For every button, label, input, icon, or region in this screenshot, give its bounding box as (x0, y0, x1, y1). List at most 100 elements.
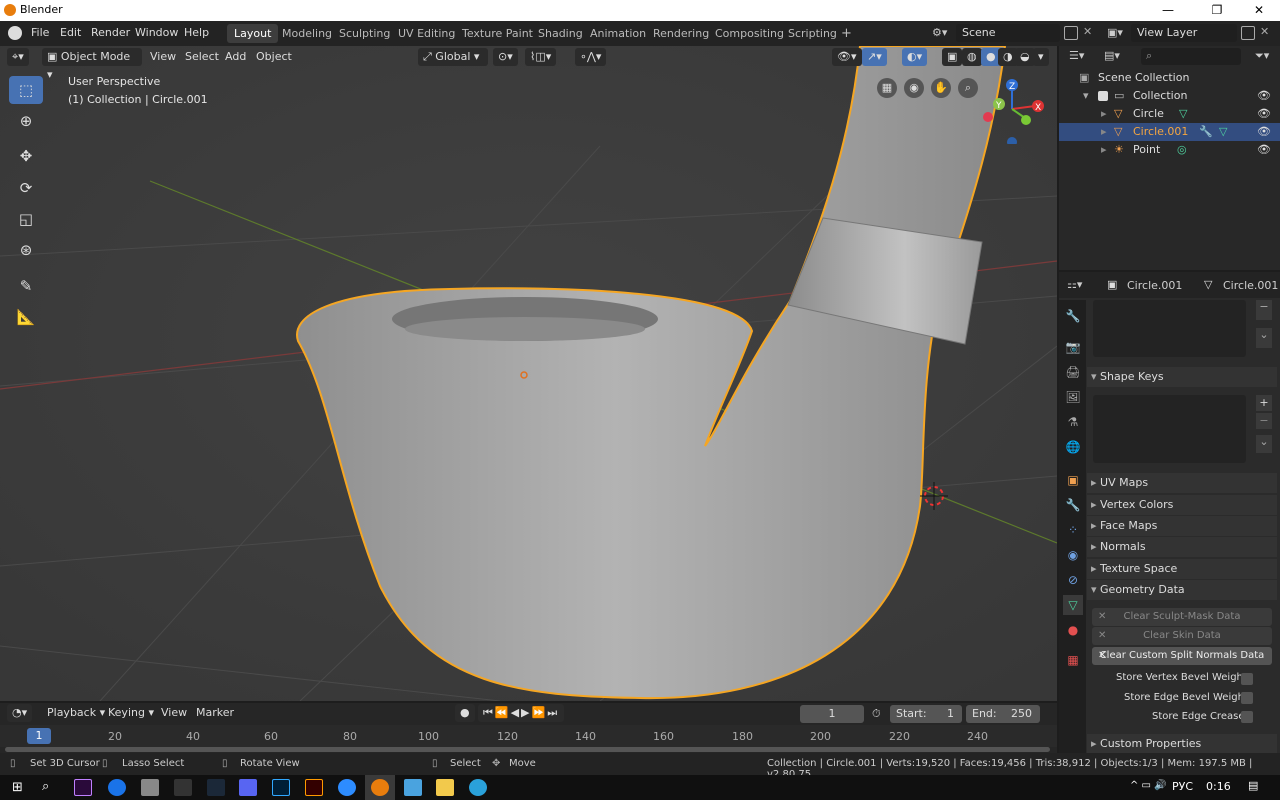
view-menu[interactable]: View (145, 48, 181, 66)
keying-menu[interactable]: Keying ▾ (103, 704, 159, 722)
notifications-icon[interactable]: ▤ (1248, 779, 1258, 792)
panel-normals[interactable]: ▸ Normals (1087, 537, 1277, 557)
store-vertex-bevel-checkbox[interactable] (1241, 673, 1253, 685)
blender-menu-icon[interactable] (8, 26, 22, 40)
tab-texture-paint[interactable]: Texture Paint (455, 24, 540, 43)
filter-icon[interactable]: ⏷▾ (1255, 49, 1269, 63)
shape-keys-list[interactable] (1093, 395, 1246, 463)
perspective-toggle-icon[interactable]: ▦ (877, 78, 897, 98)
new-view-layer-icon[interactable] (1241, 26, 1255, 40)
display-mode-icon[interactable]: ▤▾ (1104, 49, 1120, 62)
mode-select[interactable]: ▣ Object Mode ▾ (42, 48, 142, 81)
view-layer-tab-icon[interactable]: 🖼 (1063, 387, 1083, 407)
overlay-toggle-icon[interactable]: ◐▾ (902, 48, 928, 66)
navigation-gizmo[interactable]: Z X Y (980, 74, 1050, 144)
add-menu[interactable]: Add (220, 48, 251, 66)
clear-custom-split-normals-button[interactable]: ✕ Clear Custom Split Normals Data (1092, 647, 1272, 665)
panel-uv-maps[interactable]: ▸ UV Maps (1087, 473, 1277, 493)
close-button[interactable]: ✕ (1236, 0, 1280, 21)
render-tab-icon[interactable]: 📷 (1063, 337, 1083, 357)
blender-taskbar-icon[interactable] (371, 779, 389, 796)
outliner-row-scene-collection[interactable]: ▣ Scene Collection (1059, 69, 1280, 87)
light-data-icon[interactable]: ◎ (1177, 141, 1187, 159)
pivot-point-icon[interactable]: ⊙▾ (493, 48, 518, 66)
menu-window[interactable]: Window (135, 26, 178, 39)
remove-shape-key-icon[interactable]: − (1256, 413, 1272, 429)
panel-texture-space[interactable]: ▸ Texture Space (1087, 559, 1277, 579)
expand-arrow-icon[interactable]: ▸ (1101, 105, 1107, 123)
object-tab-icon[interactable]: ▣ (1063, 470, 1083, 490)
proportional-edit-icon[interactable]: ∘⋀▾ (575, 48, 607, 66)
visibility-icon[interactable]: 👁▾ (832, 48, 862, 66)
steam-icon[interactable] (207, 779, 225, 796)
xray-icon[interactable]: ▣ (942, 48, 963, 66)
outliner-editor-icon[interactable]: ☰▾ (1069, 49, 1084, 62)
panel-face-maps[interactable]: ▸ Face Maps (1087, 516, 1277, 536)
current-frame-field[interactable]: 1 (800, 705, 864, 723)
list-remove-icon[interactable]: − (1256, 300, 1272, 320)
playback-menu[interactable]: Playback ▾ (42, 704, 110, 722)
store-edge-crease-checkbox[interactable] (1241, 711, 1253, 723)
marker-menu[interactable]: Marker (191, 704, 239, 722)
maximize-button[interactable]: ❐ (1194, 0, 1240, 21)
select-menu[interactable]: Select (180, 48, 224, 66)
panel-shape-keys[interactable]: ▾ Shape Keys (1087, 367, 1277, 387)
browser-icon[interactable] (108, 779, 126, 796)
outliner-row-circle-001[interactable]: ▸ ▽ Circle.001 🔧 ▽ 👁 (1059, 123, 1280, 141)
panel-vertex-colors[interactable]: ▸ Vertex Colors (1087, 495, 1277, 515)
tray-icons[interactable]: ^ ▭ 🔊 (1130, 780, 1167, 791)
camera-view-icon[interactable]: ◉ (904, 78, 924, 98)
menu-file[interactable]: File (31, 26, 49, 39)
start-icon[interactable]: ⊞ (12, 780, 23, 795)
material-tab-icon[interactable]: ● (1063, 620, 1083, 640)
modifier-tab-icon[interactable]: 🔧 (1063, 495, 1083, 515)
editor-type-icon[interactable]: ⌖▾ (7, 48, 29, 66)
timeline-ruler[interactable]: 1 20 40 60 80 100 120 140 160 180 200 22… (0, 725, 1057, 747)
tab-sculpting[interactable]: Sculpting (332, 24, 397, 43)
scene-icon[interactable]: ⚙▾ (932, 26, 954, 40)
zoom-view-icon[interactable]: ⌕ (958, 78, 978, 98)
new-scene-icon[interactable] (1064, 26, 1078, 40)
rendered-shading-icon[interactable]: ◒ (1015, 48, 1035, 66)
expand-arrow-icon[interactable]: ▸ (1101, 141, 1107, 159)
rotate-tool-icon[interactable]: ⟳ (9, 174, 43, 202)
app-icon[interactable] (338, 779, 356, 796)
constraints-tab-icon[interactable]: ⊘ (1063, 570, 1083, 590)
modifier-wrench-icon[interactable]: 🔧 (1199, 123, 1213, 141)
add-shape-key-icon[interactable]: + (1256, 395, 1272, 411)
panel-custom-properties[interactable]: ▸ Custom Properties (1087, 734, 1277, 754)
physics-tab-icon[interactable]: ◉ (1063, 545, 1083, 565)
playhead[interactable]: 1 (27, 728, 51, 744)
tab-animation[interactable]: Animation (583, 24, 653, 43)
texture-tab-icon[interactable]: ▦ (1063, 650, 1083, 670)
scene-field[interactable]: Scene (956, 24, 1060, 42)
vertex-groups-list[interactable] (1093, 300, 1246, 357)
annotate-tool-icon[interactable]: ✎ (9, 272, 43, 300)
particles-tab-icon[interactable]: ⁘ (1063, 520, 1083, 540)
clear-skin-data-button[interactable]: ✕ Clear Skin Data (1092, 627, 1272, 645)
viewport-3d[interactable]: ⬚ ⊕ ✥ ⟳ ◱ ⊛ ✎ 📐 User Perspective (1) Col… (0, 46, 1057, 701)
collapse-arrow-icon[interactable]: ▾ (1083, 87, 1089, 105)
photoshop-icon[interactable] (272, 779, 290, 796)
preview-range-icon[interactable]: ⏱ (872, 707, 881, 721)
clock[interactable]: 0:16 (1206, 780, 1231, 793)
delete-scene-icon[interactable]: ✕ (1083, 25, 1092, 38)
world-tab-icon[interactable]: 🌐 (1063, 437, 1083, 457)
list-menu-icon[interactable]: ⌄ (1256, 328, 1272, 348)
scale-tool-icon[interactable]: ◱ (9, 205, 43, 233)
eye-icon[interactable]: 👁 (1257, 123, 1271, 141)
view-layer-icon[interactable]: ▣▾ (1107, 26, 1129, 40)
tab-layout[interactable]: Layout (227, 24, 279, 43)
eye-icon[interactable]: 👁 (1257, 87, 1271, 105)
app-box-icon[interactable] (141, 779, 159, 796)
file-explorer-icon[interactable] (436, 779, 454, 796)
start-frame-field[interactable]: Start: 1 (890, 705, 962, 723)
search-icon[interactable]: ⌕ (42, 779, 49, 794)
shading-options-icon[interactable]: ▾ (1033, 48, 1049, 66)
illustrator-icon[interactable] (305, 779, 323, 796)
store-edge-bevel-checkbox[interactable] (1241, 692, 1253, 704)
scene-tab-icon[interactable]: ⚗ (1063, 412, 1083, 432)
panel-geometry-data[interactable]: ▾ Geometry Data (1087, 580, 1277, 600)
select-box-tool-icon[interactable]: ⬚ (9, 76, 43, 104)
timeline-editor-icon[interactable]: ◔▾ (7, 704, 33, 722)
